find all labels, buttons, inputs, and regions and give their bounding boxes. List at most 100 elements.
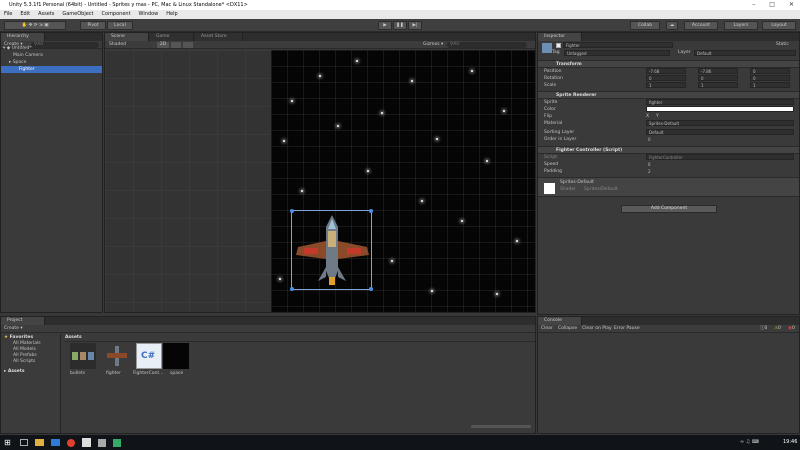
asset-item[interactable]: bullets [67, 343, 99, 385]
project-create-button[interactable]: Create ▾ [4, 325, 23, 333]
console-clear-on-play-button[interactable]: Clear on Play [582, 325, 612, 333]
tab-game[interactable]: Game [150, 33, 194, 41]
scale-tool-icon[interactable]: ⇲ [39, 23, 43, 28]
assets-root[interactable]: ▸ Assets [4, 368, 25, 375]
lighting-toggle-icon[interactable] [171, 42, 181, 48]
windows-start-icon[interactable]: ⊞ [4, 438, 13, 447]
menu-gameobject[interactable]: GameObject [62, 10, 93, 19]
position-z-field[interactable]: 0 [750, 68, 790, 74]
pivot-toggle[interactable]: Pivot [80, 21, 106, 30]
console-collapse-button[interactable]: Collapse [558, 325, 577, 333]
order-in-layer-field[interactable]: 0 [646, 137, 794, 143]
info-count[interactable]: ⓘ0 [760, 325, 767, 333]
flip-y-checkbox[interactable]: Y [656, 113, 659, 120]
menu-component[interactable]: Component [102, 10, 131, 19]
scale-x-field[interactable]: 1 [646, 82, 686, 88]
hierarchy-item-fighter[interactable]: Fighter [1, 66, 102, 73]
padding-field[interactable]: 2 [646, 169, 794, 175]
hand-tool-icon[interactable]: ✋ [22, 23, 28, 28]
calculator-icon[interactable] [98, 439, 106, 447]
rotation-z-field[interactable]: 0 [750, 75, 790, 81]
move-tool-icon[interactable]: ✥ [29, 23, 33, 28]
asset-item[interactable]: space [163, 343, 195, 385]
menu-assets[interactable]: Assets [38, 10, 54, 19]
speed-field[interactable]: 6 [646, 162, 794, 168]
thumbnail-size-slider[interactable] [471, 425, 531, 428]
static-checkbox-label[interactable]: Static [776, 41, 789, 48]
sorting-layer-dropdown[interactable]: Default [646, 129, 794, 135]
hierarchy-item-main-camera[interactable]: Main Camera [13, 52, 43, 59]
hierarchy-item-space[interactable]: ▸ Space [9, 59, 26, 66]
favorite-all-scripts[interactable]: All Scripts [13, 358, 35, 365]
tab-project[interactable]: Project [1, 317, 45, 325]
close-icon[interactable]: ✕ [789, 0, 794, 10]
play-button[interactable]: ▶ [378, 21, 392, 30]
menu-edit[interactable]: Edit [20, 10, 30, 19]
hierarchy-search-input[interactable]: ⚲All [31, 42, 99, 48]
console-error-pause-button[interactable]: Error Pause [614, 325, 640, 333]
position-y-field[interactable]: -7.86 [698, 68, 738, 74]
warning-count[interactable]: ⚠0 [774, 325, 781, 333]
scene-search-input[interactable]: ⚲All [447, 42, 527, 48]
position-x-field[interactable]: -7.68 [646, 68, 686, 74]
account-dropdown[interactable]: Account [684, 21, 718, 30]
tab-inspector[interactable]: Inspector [538, 33, 582, 41]
file-explorer-icon[interactable] [35, 439, 44, 446]
error-count[interactable]: ◉0 [788, 325, 795, 333]
step-button[interactable]: ▶| [408, 21, 422, 30]
selection-rect[interactable] [290, 209, 373, 291]
menu-help[interactable]: Help [166, 10, 177, 19]
scene-canvas[interactable] [105, 50, 535, 312]
audio-toggle-icon[interactable] [183, 42, 193, 48]
layer-dropdown[interactable]: Default [694, 50, 796, 56]
minimize-icon[interactable]: – [752, 0, 755, 10]
color-swatch[interactable] [646, 106, 794, 112]
local-toggle[interactable]: Local [107, 21, 133, 30]
add-component-button[interactable]: Add Component [621, 205, 717, 213]
menu-window[interactable]: Window [139, 10, 159, 19]
object-name-field[interactable]: Fighter [563, 42, 673, 48]
network-icon[interactable]: ≈ [740, 439, 744, 445]
tab-console[interactable]: Console [538, 317, 582, 325]
rotation-x-field[interactable]: 0 [646, 75, 686, 81]
flip-x-checkbox[interactable]: X [646, 113, 649, 120]
scene-root-item[interactable]: ▾ ◆ Untitled* [3, 45, 32, 52]
rect-tool-icon[interactable]: ▣ [44, 23, 48, 28]
clock[interactable]: 19:46 [783, 439, 797, 445]
transform-header[interactable]: Transform [538, 60, 799, 68]
app-icon[interactable] [113, 439, 121, 447]
pause-button[interactable]: ❚❚ [393, 21, 407, 30]
store-icon[interactable] [51, 439, 60, 446]
scale-z-field[interactable]: 1 [750, 82, 790, 88]
active-checkbox[interactable] [556, 43, 561, 48]
cloud-button[interactable]: ☁ [666, 21, 678, 30]
task-view-icon[interactable] [20, 439, 28, 446]
keyboard-icon[interactable]: ⌨ [752, 439, 759, 445]
volume-icon[interactable]: ♫ [746, 439, 750, 445]
shader-dropdown[interactable]: Sprites/Default [584, 186, 618, 193]
unity-taskbar-icon[interactable] [82, 438, 91, 447]
sprite-renderer-header[interactable]: Sprite Renderer [538, 91, 799, 99]
maximize-icon[interactable]: □ [769, 0, 775, 10]
rotation-y-field[interactable]: 0 [698, 75, 738, 81]
gizmos-dropdown[interactable]: Gizmos ▾ [423, 41, 443, 49]
collab-button[interactable]: Collab [630, 21, 660, 30]
fighter-sprite[interactable] [292, 211, 373, 291]
tab-asset-store[interactable]: Asset Store [195, 33, 243, 41]
sprite-field[interactable]: fighter [646, 99, 794, 105]
fighter-controller-header[interactable]: Fighter Controller (Script) [538, 146, 799, 154]
asset-item[interactable]: fighter [101, 343, 133, 385]
chrome-icon[interactable] [67, 439, 75, 447]
layers-dropdown[interactable]: Layers [724, 21, 758, 30]
rotate-tool-icon[interactable]: ⟳ [34, 23, 38, 28]
tag-dropdown[interactable]: Untagged [564, 50, 670, 56]
tab-scene[interactable]: Scene [105, 33, 149, 41]
shading-dropdown[interactable]: Shaded [109, 41, 126, 49]
2d-toggle[interactable]: 2D [157, 42, 169, 48]
tab-hierarchy[interactable]: Hierarchy [1, 33, 45, 41]
layout-dropdown[interactable]: Layout [762, 21, 796, 30]
scale-y-field[interactable]: 1 [698, 82, 738, 88]
asset-item[interactable]: C# FighterCont... [133, 343, 167, 385]
menu-file[interactable]: File [4, 10, 12, 19]
console-clear-button[interactable]: Clear [541, 325, 553, 333]
